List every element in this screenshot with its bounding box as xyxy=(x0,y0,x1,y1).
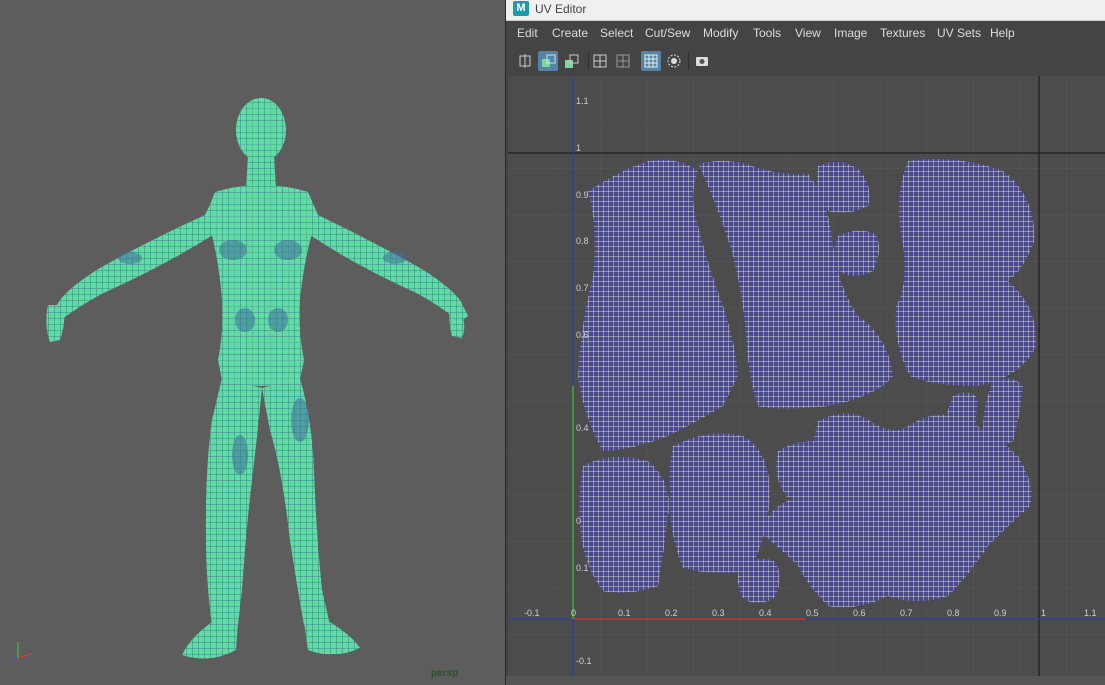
u-tick: 0.2 xyxy=(665,608,678,618)
menu-textures[interactable]: Textures xyxy=(880,26,925,40)
u-tick: 1 xyxy=(1041,608,1046,618)
v-tick: 1.1 xyxy=(576,96,589,106)
menu-modify[interactable]: Modify xyxy=(703,26,738,40)
v-tick: 0.8 xyxy=(576,236,589,246)
v-tick: 1 xyxy=(576,143,581,153)
u-tick: 0.4 xyxy=(759,608,772,618)
u-tick: -0.1 xyxy=(524,608,540,618)
radial-icon[interactable] xyxy=(664,51,684,71)
grid-subdiv-icon[interactable] xyxy=(613,51,633,71)
perspective-viewport[interactable]: persp xyxy=(0,0,505,685)
uv-select-active-icon[interactable] xyxy=(538,51,558,71)
u-tick: 0.6 xyxy=(853,608,866,618)
grid-icon[interactable] xyxy=(590,51,610,71)
menu-uv-sets[interactable]: UV Sets xyxy=(937,26,981,40)
window-title: UV Editor xyxy=(535,2,587,16)
uv-shell-icon[interactable] xyxy=(515,51,535,71)
maya-app-icon: M xyxy=(513,1,529,16)
uv-shells xyxy=(578,158,1037,608)
u-tick: 0.8 xyxy=(947,608,960,618)
uv-tiles-icon[interactable] xyxy=(561,51,581,71)
wireframe-body-mesh[interactable] xyxy=(0,0,505,685)
u-tick: 0 xyxy=(571,608,576,618)
uv-canvas[interactable]: -0.1 0 0.1 0.2 0.3 0.4 0.5 0.6 0.7 0.8 0… xyxy=(508,76,1105,676)
v-tick: 0.7 xyxy=(576,283,589,293)
u-tick: 0.5 xyxy=(806,608,819,618)
v-tick: 0.4 xyxy=(576,423,589,433)
bottom-strip xyxy=(506,676,1105,685)
grid-active-icon[interactable] xyxy=(641,51,661,71)
snapshot-icon[interactable] xyxy=(692,51,712,71)
menu-cut-sew[interactable]: Cut/Sew xyxy=(645,26,690,40)
uv-editor-window[interactable]: M UV Editor Edit Create Select Cut/Sew M… xyxy=(505,0,1105,685)
v-tick: 0.1 xyxy=(576,563,589,573)
menu-select[interactable]: Select xyxy=(600,26,633,40)
uv-editor-toolbar xyxy=(506,47,1105,75)
menu-edit[interactable]: Edit xyxy=(517,26,538,40)
v-tick: 0.6 xyxy=(576,330,589,340)
camera-label: persp xyxy=(431,668,459,679)
u-tick: 0.1 xyxy=(618,608,631,618)
uv-editor-titlebar[interactable]: M UV Editor xyxy=(506,0,1105,21)
uv-editor-menubar: Edit Create Select Cut/Sew Modify Tools … xyxy=(506,21,1105,45)
v-tick: -0.1 xyxy=(576,656,592,666)
u-tick: 0.7 xyxy=(900,608,913,618)
menu-tools[interactable]: Tools xyxy=(753,26,781,40)
u-tick: 1.1 xyxy=(1084,608,1097,618)
v-tick: 0.9 xyxy=(576,190,589,200)
menu-image[interactable]: Image xyxy=(834,26,867,40)
xyz-axis-icon xyxy=(8,636,38,666)
menu-create[interactable]: Create xyxy=(552,26,588,40)
v-tick: 0 xyxy=(576,516,581,526)
menu-view[interactable]: View xyxy=(795,26,821,40)
u-tick: 0.3 xyxy=(712,608,725,618)
u-tick: 0.9 xyxy=(994,608,1007,618)
menu-help[interactable]: Help xyxy=(990,26,1015,40)
